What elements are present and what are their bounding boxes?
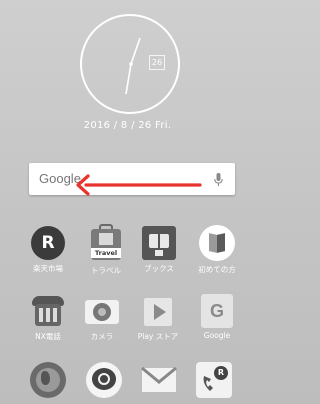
app-nx-phone[interactable]: NX電話 (18, 294, 78, 342)
clock-day-badge: 26 (149, 55, 165, 70)
app-rakuten-link[interactable]: R (184, 362, 244, 401)
app-google[interactable]: G Google (187, 294, 247, 340)
app-viber[interactable] (74, 362, 134, 401)
rakuten-link-icon: R (196, 362, 232, 398)
app-label: Play ストア (137, 332, 179, 341)
google-app-icon: G (201, 294, 233, 328)
home-screen: 26 2016 / 8 / 26 Fri. Google R 楽天市場 Trav… (0, 0, 255, 404)
viber-icon (86, 362, 122, 398)
app-label: 楽天市場 (33, 264, 63, 273)
app-camera[interactable]: カメラ (72, 294, 132, 342)
travel-suitcase-icon: Travel (90, 224, 122, 262)
app-label: カメラ (90, 332, 114, 341)
mic-icon[interactable] (214, 172, 223, 191)
camera-icon (85, 294, 119, 328)
analog-clock-widget[interactable]: 26 (80, 14, 180, 114)
mail-icon (141, 364, 177, 394)
app-play-store[interactable]: Play ストア (128, 294, 188, 342)
app-travel[interactable]: Travel トラベル (76, 224, 136, 276)
left-arrow-icon (74, 174, 202, 200)
clock-date-label: 2016 / 8 / 26 Fri. (83, 120, 172, 131)
app-label: Google (203, 331, 231, 340)
books-icon (142, 226, 176, 260)
app-label: ブックス (144, 264, 174, 273)
app-beginners-guide[interactable]: 初めての方 (187, 225, 247, 275)
app-books[interactable]: ブックス (129, 226, 189, 274)
phone-keypad-icon (31, 294, 65, 328)
app-label: 初めての方 (198, 265, 236, 274)
app-rakuten-ichiba[interactable]: R 楽天市場 (18, 226, 78, 274)
app-label: NX電話 (35, 332, 61, 341)
app-mail[interactable] (129, 364, 189, 397)
play-store-icon (142, 294, 174, 328)
rakuten-icon: R (31, 226, 65, 260)
travel-badge: Travel (91, 248, 121, 258)
guide-book-icon (199, 225, 235, 261)
globe-browser-icon (30, 362, 66, 398)
clock-face-icon (125, 37, 141, 95)
app-browser[interactable] (18, 362, 78, 401)
app-label: トラベル (91, 266, 121, 275)
